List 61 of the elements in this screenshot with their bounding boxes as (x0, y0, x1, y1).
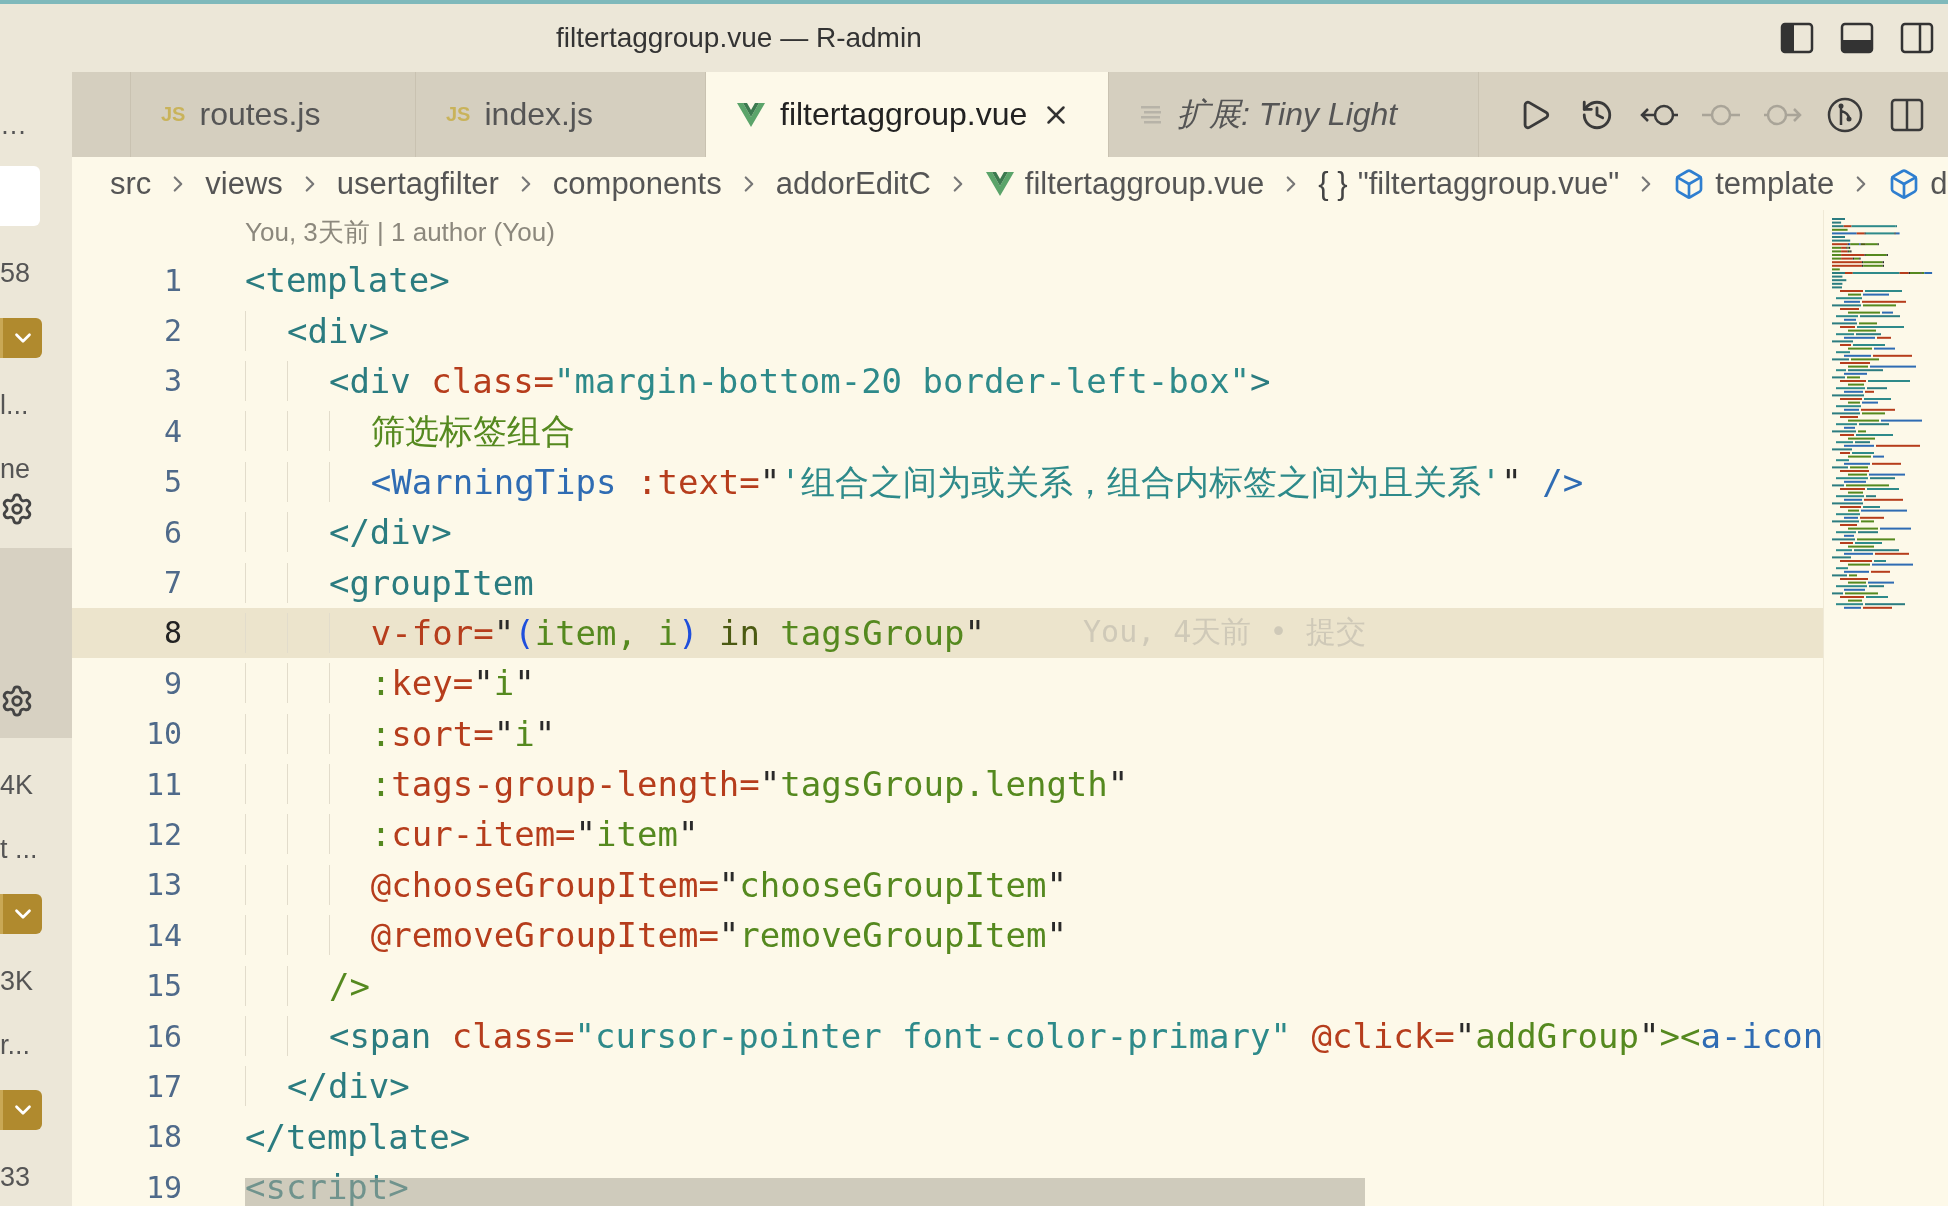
code-line: <div> (245, 305, 390, 356)
code-line: :cur-item="item" (245, 809, 699, 860)
sidebar-text: ne (0, 453, 32, 486)
sidebar-text: 33 (0, 1161, 32, 1194)
line-number: 14 (144, 917, 182, 953)
code-line: 筛选标签组合 (245, 406, 575, 457)
sidebar-text: 3K (0, 965, 35, 998)
code-line: <template> (245, 259, 450, 303)
window-title: filtertaggroup.vue — R-admin (556, 22, 923, 54)
code-line: <script> (245, 1166, 409, 1206)
braces-icon: { } (1318, 165, 1348, 202)
line-number: 8 (162, 615, 182, 651)
code-line: @chooseGroupItem="chooseGroupItem" (245, 859, 1067, 910)
sidebar-text: … (0, 109, 28, 142)
line-number: 9 (162, 665, 182, 701)
line-number: 16 (144, 1018, 182, 1054)
code-line: /> (245, 960, 370, 1011)
line-number: 15 (144, 968, 182, 1004)
sidebar-text: r... (0, 1029, 31, 1062)
code-line: :tags-group-length="tagsGroup.length" (245, 759, 1129, 810)
breadcrumb-item[interactable]: "filtertaggroup.vue" (1357, 165, 1620, 202)
line-number: 18 (144, 1119, 182, 1155)
code-line: v-for="(item, i) in tagsGroup" (245, 607, 986, 658)
code-line: :key="i" (245, 658, 535, 709)
sidebar-text: t ... (0, 833, 39, 866)
line-number: 12 (144, 817, 182, 852)
code-line: <span class="cursor-pointer font-color-primary" @click="addGroup"><a-icon (245, 1011, 1823, 1062)
code-line: </div> (245, 1061, 410, 1112)
js-file-icon: JS (161, 103, 186, 126)
line-number: 17 (144, 1068, 182, 1104)
breadcrumb-item[interactable]: d (1930, 165, 1948, 202)
line-number: 4 (162, 413, 182, 449)
breadcrumb-item[interactable]: components (552, 165, 722, 202)
js-file-icon: JS (446, 103, 471, 126)
breadcrumb-item[interactable]: template (1715, 165, 1835, 202)
editor-tab[interactable]: filtertaggroup.vue (706, 72, 1109, 157)
code-line: <div class="margin-bottom-20 border-left-box"> (245, 355, 1271, 406)
breadcrumb-item[interactable]: src (110, 165, 152, 202)
line-number: 10 (144, 716, 182, 752)
line-number: 19 (144, 1169, 182, 1205)
line-number: 1 (162, 262, 182, 298)
code-line: </div> (245, 507, 452, 558)
code-line: </template> (245, 1115, 471, 1159)
sidebar-text: 58 (0, 257, 32, 290)
breadcrumb-item[interactable]: filtertaggroup.vue (1024, 165, 1265, 202)
code-line: @removeGroupItem="removeGroupItem" (245, 910, 1067, 961)
line-number: 13 (144, 867, 182, 903)
code-line: :sort="i" (245, 708, 556, 759)
line-number: 6 (162, 514, 182, 550)
line-number: 11 (144, 766, 182, 802)
code-line: <WarningTips :text="'组合之间为或关系，组合内标签之间为且关系'" /> (245, 456, 1584, 507)
line-number: 7 (162, 565, 182, 601)
line-number: 5 (162, 464, 182, 500)
sidebar-text: l... (0, 389, 30, 422)
breadcrumb-item[interactable]: views (205, 165, 283, 202)
breadcrumb-item[interactable]: usertagfilter (336, 165, 499, 202)
line-number: 2 (162, 313, 182, 349)
code-line: <groupItem (245, 557, 534, 608)
sidebar-text: 4K (0, 769, 35, 802)
line-number: 3 (162, 363, 182, 399)
breadcrumb-item[interactable]: addorEditC (775, 165, 931, 202)
